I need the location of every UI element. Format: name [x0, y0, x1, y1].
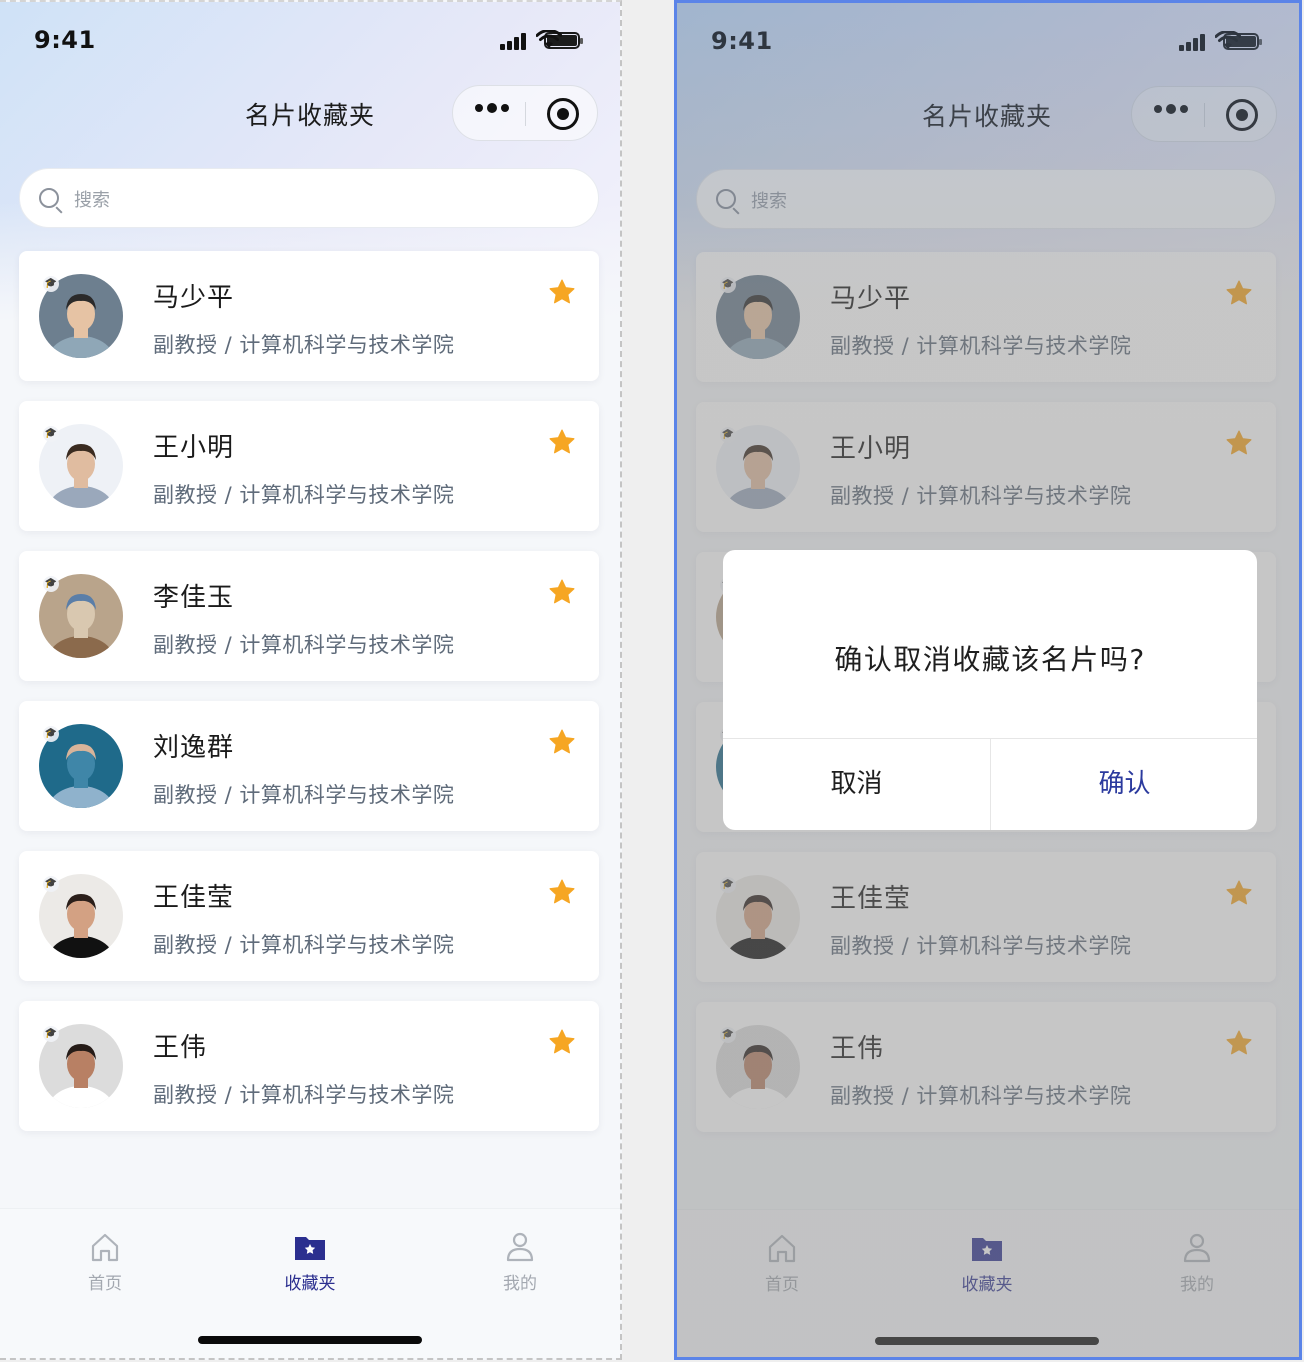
phone-favorites-list: 9:41 名片收藏夹 搜索 🎓 马少平 副教授 / 计算机科学与技术学院 🎓 王小明 副教…	[0, 0, 622, 1360]
home-indicator	[198, 1336, 422, 1344]
contact-card[interactable]: 🎓 王佳莹副教授 / 计算机科学与技术学院	[19, 851, 599, 981]
search-icon	[39, 188, 59, 208]
status-bar: 9:41	[0, 20, 620, 60]
graduation-cap-icon: 🎓	[43, 576, 59, 592]
tab-favorites[interactable]: 收藏夹	[260, 1227, 360, 1294]
dialog-message: 确认取消收藏该名片吗?	[834, 643, 1146, 676]
more-icon[interactable]	[475, 103, 509, 113]
star-icon[interactable]	[547, 727, 577, 757]
contact-role: 副教授 / 计算机科学与技术学院	[153, 933, 455, 957]
close-target-icon[interactable]	[547, 98, 579, 130]
contact-role: 副教授 / 计算机科学与技术学院	[153, 483, 455, 507]
search-placeholder: 搜索	[74, 190, 110, 211]
nav-bar: 名片收藏夹	[0, 82, 620, 144]
capsule-divider	[525, 102, 526, 126]
contact-card[interactable]: 🎓 李佳玉副教授 / 计算机科学与技术学院	[19, 551, 599, 681]
tab-home[interactable]: 首页	[55, 1227, 155, 1294]
tab-label: 我的	[503, 1274, 537, 1294]
status-time: 9:41	[34, 26, 96, 54]
home-icon	[85, 1227, 125, 1267]
phone-unfavorite-dialog: 9:41 名片收藏夹 搜索 🎓马少平副教授 / 计算机科学与技术学院🎓王小明副教…	[674, 0, 1302, 1360]
star-icon[interactable]	[547, 427, 577, 457]
graduation-cap-icon: 🎓	[43, 426, 59, 442]
mini-program-capsule	[452, 85, 598, 141]
confirm-button[interactable]: 确认	[991, 738, 1257, 830]
contact-card[interactable]: 🎓 王小明副教授 / 计算机科学与技术学院	[19, 401, 599, 531]
star-icon[interactable]	[547, 277, 577, 307]
user-icon	[500, 1227, 540, 1267]
canvas: 9:41 名片收藏夹 搜索 🎓 马少平 副教授 / 计算机科学与技术学院 🎓 王小明 副教…	[0, 0, 1304, 1362]
contact-name: 刘逸群	[153, 733, 235, 763]
contact-name: 王伟	[153, 1033, 208, 1063]
cellular-signal-icon	[500, 32, 528, 50]
star-icon[interactable]	[547, 1027, 577, 1057]
graduation-cap-icon: 🎓	[43, 1026, 59, 1042]
contact-role: 副教授 / 计算机科学与技术学院	[153, 633, 455, 657]
star-icon[interactable]	[547, 877, 577, 907]
contact-name: 王佳莹	[153, 883, 235, 913]
star-icon[interactable]	[547, 577, 577, 607]
confirm-dialog: 确认取消收藏该名片吗? 取消 确认	[723, 550, 1257, 830]
graduation-cap-icon: 🎓	[43, 876, 59, 892]
contact-card[interactable]: 🎓 马少平副教授 / 计算机科学与技术学院	[19, 251, 599, 381]
favorites-folder-icon	[290, 1227, 330, 1267]
contact-role: 副教授 / 计算机科学与技术学院	[153, 1083, 455, 1107]
search-input[interactable]: 搜索	[19, 168, 599, 228]
graduation-cap-icon: 🎓	[43, 276, 59, 292]
battery-icon	[544, 32, 583, 49]
card-list: 🎓马少平副教授 / 计算机科学与技术学院🎓王小明副教授 / 计算机科学与技术学院…	[19, 251, 599, 1151]
cancel-button[interactable]: 取消	[723, 738, 990, 830]
contact-card[interactable]: 🎓 王伟副教授 / 计算机科学与技术学院	[19, 1001, 599, 1131]
graduation-cap-icon: 🎓	[43, 726, 59, 742]
contact-card[interactable]: 🎓 刘逸群副教授 / 计算机科学与技术学院	[19, 701, 599, 831]
tab-label: 收藏夹	[284, 1274, 336, 1294]
contact-name: 王小明	[153, 433, 235, 463]
contact-role: 副教授 / 计算机科学与技术学院	[153, 783, 455, 807]
tab-label: 首页	[88, 1274, 122, 1294]
tab-mine[interactable]: 我的	[470, 1227, 570, 1294]
contact-name: 李佳玉	[153, 583, 235, 613]
contact-role: 副教授 / 计算机科学与技术学院	[153, 333, 455, 357]
contact-name: 马少平	[153, 283, 235, 313]
